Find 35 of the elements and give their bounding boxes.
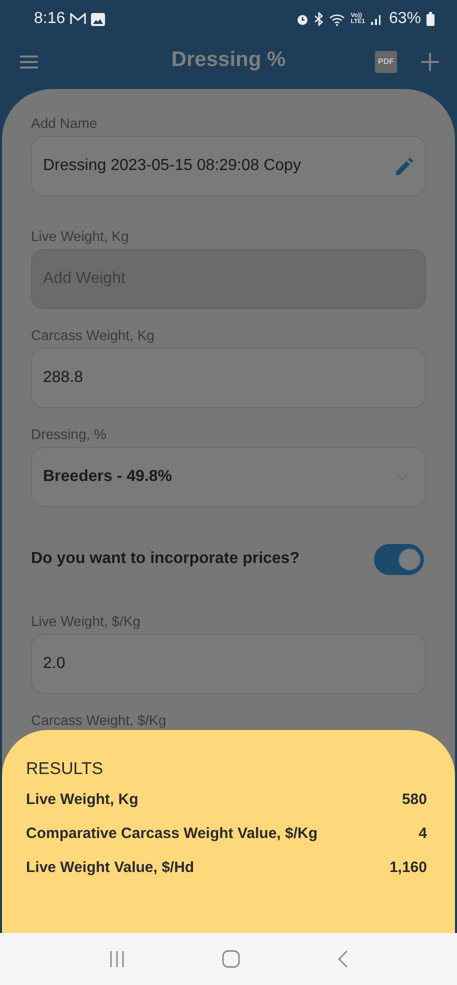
prices-toggle[interactable] <box>374 544 424 574</box>
add-icon[interactable] <box>421 52 439 70</box>
result-value: 580 <box>402 791 427 808</box>
result-value: 4 <box>418 825 427 842</box>
battery-percent: 63% <box>388 10 421 28</box>
battery-icon <box>426 12 435 26</box>
toggle-label: Do you want to incorporate prices? <box>31 550 300 568</box>
field-label: Carcass Weight, Kg <box>31 326 156 345</box>
back-icon[interactable] <box>338 950 348 968</box>
recent-apps-icon[interactable] <box>108 951 125 967</box>
dropdown-field[interactable]: Breeders - 49.8% <box>31 447 426 507</box>
result-label: Comparative Carcass Weight Value, $/Kg <box>26 825 318 842</box>
menu-icon[interactable] <box>20 54 38 68</box>
field-label: Dressing, % <box>31 425 108 444</box>
result-label: Live Weight, Kg <box>26 791 138 808</box>
image-icon <box>91 12 106 26</box>
field-label: Add Name <box>31 114 98 133</box>
screen-title: Dressing % <box>171 48 286 71</box>
results-heading: RESULTS <box>26 759 104 779</box>
field-label: Carcass Weight, $/Kg <box>31 711 168 730</box>
field-label: Live Weight, $/Kg <box>31 612 142 631</box>
status-time: 8:16 <box>34 10 66 28</box>
mail-icon <box>70 13 86 25</box>
alarm-icon <box>296 12 309 26</box>
input-field[interactable]: 288.8 <box>31 348 426 408</box>
pencil-icon[interactable] <box>396 158 413 174</box>
pdf-button[interactable]: PDF <box>375 50 397 72</box>
input-field[interactable]: Dressing 2023-05-15 08:29:08 Copy <box>31 136 426 196</box>
bluetooth-icon <box>314 12 324 26</box>
result-value: 1,160 <box>389 859 427 876</box>
field-label: Live Weight, Kg <box>31 227 130 246</box>
result-label: Live Weight Value, $/Hd <box>26 859 194 876</box>
home-icon[interactable] <box>222 950 240 968</box>
input-field[interactable]: 2.0 <box>31 634 426 694</box>
wifi-icon <box>328 12 346 26</box>
